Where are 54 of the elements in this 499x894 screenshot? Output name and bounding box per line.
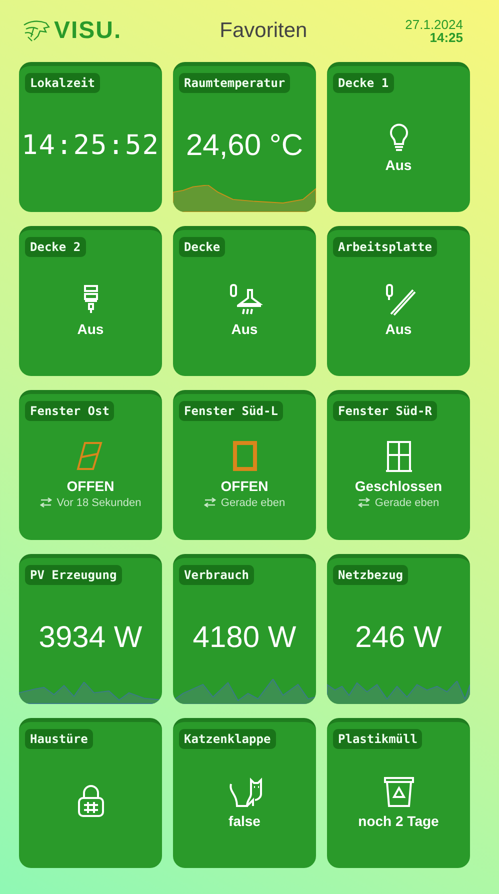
tile-card[interactable]: Decke Aus [173,226,316,376]
tile-card[interactable]: Fenster Ost OFFEN Vor 18 Sekunden [19,390,162,540]
value-text: 246 W [355,620,442,654]
status-text: Aus [77,321,104,337]
tile-card[interactable]: Lokalzeit 14:25:52 [19,62,162,212]
date-text: 27.1.2024 [405,18,463,31]
status-text: Geschlossen [354,478,442,494]
status-text: OFFEN [220,478,268,494]
tile-label: Fenster Süd-L [179,401,283,421]
tile-label: Raumtemperatur [179,73,290,93]
tile-label: Decke 2 [25,237,86,257]
tile-label: Lokalzeit [25,73,100,93]
tile-label: Katzenklappe [179,729,276,749]
tile-card[interactable]: PV Erzeugung 3934 W [19,554,162,704]
tile-card[interactable]: Fenster Süd-L OFFEN Gerade eben [173,390,316,540]
tile-card[interactable]: Decke 1 Aus [327,62,470,212]
status-text: false [228,813,260,829]
status-text: Aus [385,157,412,173]
value-text: 24,60 °C [186,128,304,162]
tile-label: Verbrauch [179,565,254,585]
tile-card[interactable]: Decke 2 Aus [19,226,162,376]
tile-label: Decke [179,237,226,257]
swap-icon [358,497,370,508]
tile-card[interactable]: Raumtemperatur 24,60 °C [173,62,316,212]
tile-card[interactable]: Haustüre [19,718,162,868]
tile-label: Decke 1 [333,73,394,93]
timestamp-text: Gerade eben [374,496,440,508]
tile-label: PV Erzeugung [25,565,122,585]
tile-card[interactable]: Fenster Süd-R Geschlossen Gerade eben [327,390,470,540]
time-text: 14:25 [430,31,463,44]
value-text: 4180 W [192,620,296,654]
tile-label: Arbeitsplatte [333,237,437,257]
timestamp-text: Gerade eben [220,496,286,508]
tile-card[interactable]: Verbrauch 4180 W [173,554,316,704]
tile-label: Netzbezug [333,565,408,585]
status-text: OFFEN [66,478,114,494]
value-text: 3934 W [38,620,142,654]
status-text: Aus [385,321,412,337]
tile-label: Fenster Ost [25,401,114,421]
swap-icon [40,497,52,508]
status-text: Aus [231,321,258,337]
tile-card[interactable]: Plastikmüll noch 2 Tage [327,718,470,868]
swap-icon [204,497,216,508]
logo-text: VISU. [54,17,122,45]
status-text: noch 2 Tage [358,813,439,829]
tile-label: Haustüre [25,729,93,749]
timestamp-text: Vor 18 Sekunden [56,496,142,508]
tile-label: Plastikmüll [333,729,422,749]
tile-label: Fenster Süd-R [333,401,437,421]
page-title: Favoriten [220,19,308,43]
clock-time: 14:25:52 [21,130,160,161]
tile-card[interactable]: Katzenklappe false [173,718,316,868]
tile-card[interactable]: Arbeitsplatte Aus [327,226,470,376]
tile-card[interactable]: Netzbezug 246 W [327,554,470,704]
